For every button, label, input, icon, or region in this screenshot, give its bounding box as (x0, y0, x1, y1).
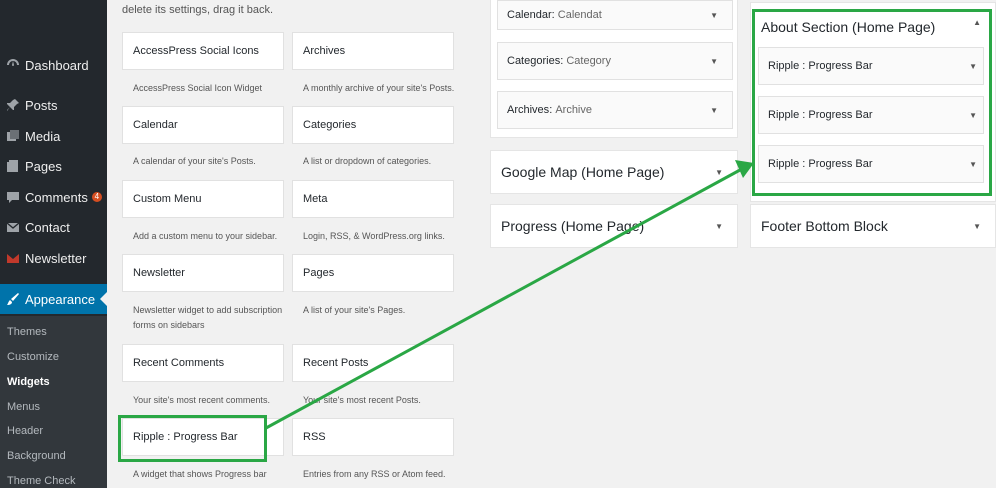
widget-name: Archives (507, 104, 550, 116)
widget-rss[interactable]: RSS (292, 418, 454, 456)
menu-label: Dashboard (25, 57, 89, 73)
comments-count-badge: 4 (91, 192, 102, 202)
menu-newsletter[interactable]: Newsletter (0, 243, 107, 273)
widget-calendar[interactable]: Calendar (122, 106, 284, 144)
paintbrush-icon (6, 292, 20, 306)
menu-posts[interactable]: Posts (0, 90, 107, 120)
menu-contact[interactable]: Contact (0, 212, 107, 242)
menu-label: Media (25, 128, 61, 144)
widget-instance-title: Archive (555, 104, 592, 116)
mail-icon (6, 251, 20, 265)
submenu-themes[interactable]: Themes (7, 326, 47, 338)
widget-meta[interactable]: Meta (292, 180, 454, 218)
menu-appearance[interactable]: Appearance (0, 284, 107, 314)
widget-recent-posts[interactable]: Recent Posts (292, 344, 454, 382)
widget-archives[interactable]: Archives (292, 32, 454, 70)
widget-description: A monthly archive of your site's Posts. (303, 83, 455, 93)
widget-area-title: Progress (Home Page) (501, 218, 645, 234)
widget-description: Your site's most recent Posts. (303, 395, 421, 405)
widget-area-google-map[interactable]: Google Map (Home Page) ▼ (490, 150, 738, 194)
widget-description: Entries from any RSS or Atom feed. (303, 469, 446, 479)
menu-dashboard[interactable]: Dashboard (0, 50, 107, 80)
widget-accesspress-social-icons[interactable]: AccessPress Social Icons (122, 32, 284, 70)
sidebar-widget-calendar[interactable]: Calendar: Calendat ▼ (497, 0, 733, 30)
menu-label: Posts (25, 97, 58, 113)
widget-categories[interactable]: Categories (292, 106, 454, 144)
menu-label: Appearance (25, 291, 96, 307)
widget-area-title: Google Map (Home Page) (501, 164, 665, 180)
widget-description: AccessPress Social Icon Widget (133, 83, 263, 93)
chevron-down-icon[interactable]: ▼ (710, 57, 718, 66)
widget-description: Newsletter widget to add subscription fo… (133, 305, 283, 330)
widget-name: Categories (507, 55, 561, 67)
menu-media[interactable]: Media (0, 121, 107, 151)
sidebar-widget-archives[interactable]: Archives: Archive ▼ (497, 91, 733, 129)
envelope-icon (6, 220, 20, 234)
admin-sidebar: Dashboard Posts Media Pages Comments 4 C… (0, 0, 107, 488)
menu-label: Contact (25, 219, 70, 235)
widget-newsletter[interactable]: Newsletter (122, 254, 284, 292)
widget-recent-comments[interactable]: Recent Comments (122, 344, 284, 382)
comment-icon (6, 190, 20, 204)
media-icon (6, 129, 20, 143)
submenu-customize[interactable]: Customize (7, 351, 59, 363)
menu-label: Newsletter (25, 250, 87, 266)
dashboard-icon (6, 58, 20, 72)
widget-description: Your site's most recent comments. (133, 395, 270, 405)
widget-area-progress[interactable]: Progress (Home Page) ▼ (490, 204, 738, 248)
submenu-theme-check[interactable]: Theme Check (7, 475, 75, 487)
pages-icon (6, 159, 20, 173)
widget-area-title: Footer Bottom Block (761, 218, 888, 234)
chevron-down-icon[interactable]: ▼ (710, 11, 718, 20)
submenu-menus[interactable]: Menus (7, 401, 40, 413)
widget-pages[interactable]: Pages (292, 254, 454, 292)
available-widgets-description: delete its settings, drag it back. (122, 4, 274, 16)
highlight-box-source (118, 415, 267, 462)
submenu-header[interactable]: Header (7, 425, 43, 437)
menu-label: Comments (25, 189, 88, 205)
chevron-down-icon[interactable]: ▼ (973, 222, 981, 231)
menu-comments[interactable]: Comments 4 (0, 182, 107, 212)
appearance-submenu: Themes Customize Widgets Menus Header Ba… (0, 316, 107, 488)
menu-pages[interactable]: Pages (0, 151, 107, 181)
widget-description: Add a custom menu to your sidebar. (133, 231, 278, 241)
widget-description: A list of your site's Pages. (303, 305, 406, 315)
widget-description: A list or dropdown of categories. (303, 156, 432, 166)
chevron-down-icon[interactable]: ▼ (710, 106, 718, 115)
widget-name: Calendar (507, 9, 552, 21)
widget-instance-title: Category (566, 55, 611, 67)
widget-description: A calendar of your site's Posts. (133, 156, 256, 166)
submenu-widgets[interactable]: Widgets (7, 376, 50, 388)
chevron-down-icon[interactable]: ▼ (715, 168, 723, 177)
widget-custom-menu[interactable]: Custom Menu (122, 180, 284, 218)
sidebar-widget-categories[interactable]: Categories: Category ▼ (497, 42, 733, 80)
highlight-box-target (752, 9, 992, 196)
widget-description: A widget that shows Progress bar (133, 469, 267, 479)
widget-description: Login, RSS, & WordPress.org links. (303, 231, 445, 241)
widget-instance-title: Calendat (557, 9, 602, 21)
chevron-down-icon[interactable]: ▼ (715, 222, 723, 231)
pushpin-icon (6, 98, 20, 112)
menu-label: Pages (25, 158, 62, 174)
widget-area-footer-bottom[interactable]: Footer Bottom Block ▼ (750, 204, 996, 248)
submenu-background[interactable]: Background (7, 450, 66, 462)
